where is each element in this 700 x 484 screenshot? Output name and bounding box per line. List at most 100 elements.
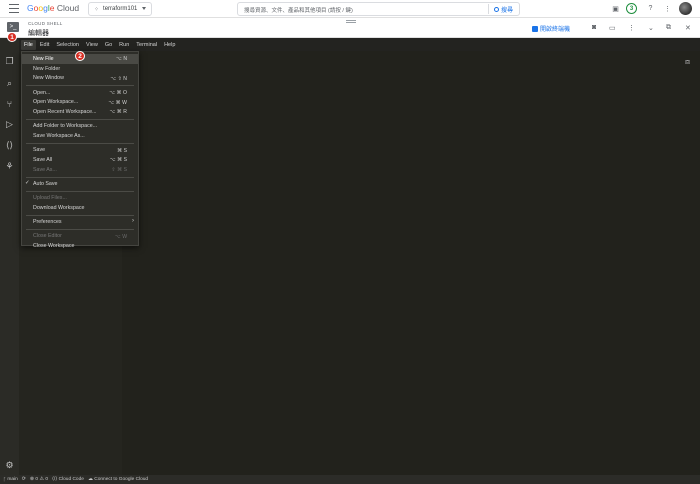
resize-handle[interactable] (346, 20, 356, 23)
close-icon[interactable]: ✕ (685, 24, 691, 32)
hamburger-menu-icon[interactable] (9, 4, 19, 13)
camera-icon[interactable]: ◙ (592, 24, 596, 31)
menu-open-recent-workspace[interactable]: Open Recent Workspace... ⌥ ⌘ R (22, 107, 138, 117)
more-vert-icon[interactable]: ⋮ (662, 3, 673, 14)
menu-save-as: Save As... ⇧ ⌘ S (22, 165, 138, 175)
warning-count: 0 (45, 477, 49, 482)
menu-item-shortcut: ⌥ ⌘ R (109, 109, 127, 116)
help-icon[interactable]: ? (645, 3, 656, 14)
menu-separator (26, 176, 134, 178)
menu-close-workspace[interactable]: Close Workspace (22, 241, 138, 251)
menu-new-folder[interactable]: New Folder (22, 64, 138, 74)
connect-label: Connect to Google Cloud (94, 477, 149, 482)
connect-status[interactable]: ☁ Connect to Google Cloud (88, 477, 148, 482)
menu-new-window[interactable]: New Window ⌥ ⇧ N (22, 74, 138, 84)
menu-download-workspace[interactable]: Download Workspace (22, 203, 138, 213)
menu-item-label: Add Folder to Workspace... (33, 123, 98, 130)
menu-item-shortcut: ⌥ W (114, 233, 127, 240)
menu-separator (26, 190, 134, 192)
menu-item-label: Save As... (33, 166, 57, 173)
problems-status[interactable]: ⊗ 0 ⚠ 0 (30, 477, 48, 482)
menu-view[interactable]: View (83, 40, 101, 50)
search-placeholder: 搜尋資源、文件、產品和其他項目 (請按 / 鍵) (244, 8, 353, 14)
split-editor-icon[interactable]: ⧈ (685, 57, 690, 67)
extensions-icon[interactable]: ⚘ (4, 161, 15, 172)
terminal-icon[interactable]: >_ (7, 22, 19, 32)
search-icon (493, 6, 499, 12)
menu-terminal[interactable]: Terminal (133, 40, 160, 50)
sync-icon: ⟳ (21, 477, 26, 482)
google-cloud-logo[interactable]: Google Cloud (27, 3, 79, 13)
menu-separator (26, 118, 134, 120)
menu-separator (26, 142, 134, 144)
menu-item-label: Open Recent Workspace... (33, 109, 97, 116)
menu-separator (26, 228, 134, 230)
avatar[interactable] (679, 2, 692, 15)
menu-edit[interactable]: Edit (37, 40, 52, 50)
menu-file[interactable]: File (21, 39, 36, 50)
chevron-down-icon (142, 7, 146, 10)
menu-item-shortcut: ⌥ ⌘ W (108, 99, 127, 106)
menu-run[interactable]: Run (116, 40, 132, 50)
cloud-code-icon: ⟨/⟩ (52, 477, 58, 482)
search-input[interactable]: 搜尋資源、文件、產品和其他項目 (請按 / 鍵) 搜尋 (237, 2, 520, 16)
sync-status[interactable]: ⟳ (22, 477, 26, 482)
menu-save-all[interactable]: Save All ⌥ ⌘ S (22, 155, 138, 165)
search-button[interactable]: 搜尋 (487, 4, 518, 14)
error-icon: ⊗ (29, 477, 34, 482)
branch-name: main (7, 477, 18, 482)
branch-status[interactable]: ᚴ main (3, 477, 18, 483)
menu-selection[interactable]: Selection (53, 40, 82, 50)
warning-icon: ⚠ (39, 477, 44, 482)
menu-open[interactable]: Open... ⌥ ⌘ O (22, 88, 138, 98)
menu-item-shortcut: ⇧ ⌘ S (111, 167, 127, 174)
menu-item-shortcut: ⌥ ⌘ O (109, 89, 127, 96)
menu-item-label: Open... (33, 89, 51, 96)
project-picker[interactable]: ⁘ terraform101 (88, 2, 152, 16)
open-terminal-button[interactable]: 開啟終端機 (532, 24, 570, 33)
menu-save-workspace-as[interactable]: Save Workspace As... (22, 131, 138, 141)
menu-preferences[interactable]: Preferences › (22, 217, 138, 227)
menu-item-label: Download Workspace (33, 205, 85, 212)
cloud-code-status[interactable]: ⟨/⟩ Cloud Code (52, 477, 84, 482)
menu-item-shortcut: ⌥ N (116, 56, 127, 62)
more-vert-icon[interactable]: ⋮ (628, 24, 635, 32)
open-new-window-icon[interactable]: ⧉ (666, 24, 671, 32)
menu-separator (26, 85, 134, 87)
notifications-badge[interactable]: 3 (626, 3, 637, 14)
cloud-code-icon[interactable]: ⟨⟩ (4, 140, 15, 151)
menu-close-editor: Close Editor ⌥ W (22, 232, 138, 242)
menu-go[interactable]: Go (102, 40, 115, 50)
menu-item-label: Upload Files... (33, 195, 67, 202)
status-bar: ᚴ main ⟳ ⊗ 0 ⚠ 0 ⟨/⟩ Cloud Code ☁ Connect to G… (0, 475, 700, 484)
menu-auto-save[interactable]: ✓ Auto Save (22, 179, 138, 189)
explorer-icon[interactable]: ❐ (4, 56, 15, 67)
menu-item-label: Auto Save (33, 181, 58, 188)
menu-item-label: Save Workspace As... (33, 133, 85, 140)
menu-item-label: Open Workspace... (33, 99, 79, 106)
menu-save[interactable]: Save ⌘ S (22, 146, 138, 156)
step-1-badge: 1 (7, 32, 17, 42)
menu-separator (26, 214, 134, 216)
menu-open-workspace[interactable]: Open Workspace... ⌥ ⌘ W (22, 98, 138, 108)
keyboard-icon[interactable]: ▭ (609, 24, 616, 32)
editor-area[interactable] (122, 51, 700, 475)
menu-help[interactable]: Help (161, 40, 178, 50)
minimize-icon[interactable]: ⌄ (648, 24, 654, 32)
file-menu-dropdown: New File ⌥ N New Folder New Window ⌥ ⇧ N O… (21, 51, 139, 249)
menu-upload-files: Upload Files... (22, 193, 138, 203)
run-debug-icon[interactable]: ▷ (4, 119, 15, 130)
project-name: terraform101 (103, 6, 138, 12)
activity-bar: ❐ ⌕ ⑂ ▷ ⟨⟩ ⚘ ⚙ (0, 38, 19, 475)
checkmark-icon: ✓ (25, 180, 30, 187)
menu-item-label: New File (33, 55, 54, 62)
menu-item-label: Close Editor (33, 233, 62, 240)
cloud-shell-toggle-icon[interactable]: ▣ (610, 3, 621, 14)
branch-icon: ᚴ (3, 477, 6, 483)
menu-add-folder-to-workspace[interactable]: Add Folder to Workspace... (22, 122, 138, 132)
menu-item-label: New Window (33, 75, 64, 82)
source-control-icon[interactable]: ⑂ (4, 98, 15, 109)
settings-gear-icon[interactable]: ⚙ (4, 460, 15, 471)
search-icon[interactable]: ⌕ (4, 78, 15, 89)
shell-title: 編輯器 (28, 30, 49, 37)
